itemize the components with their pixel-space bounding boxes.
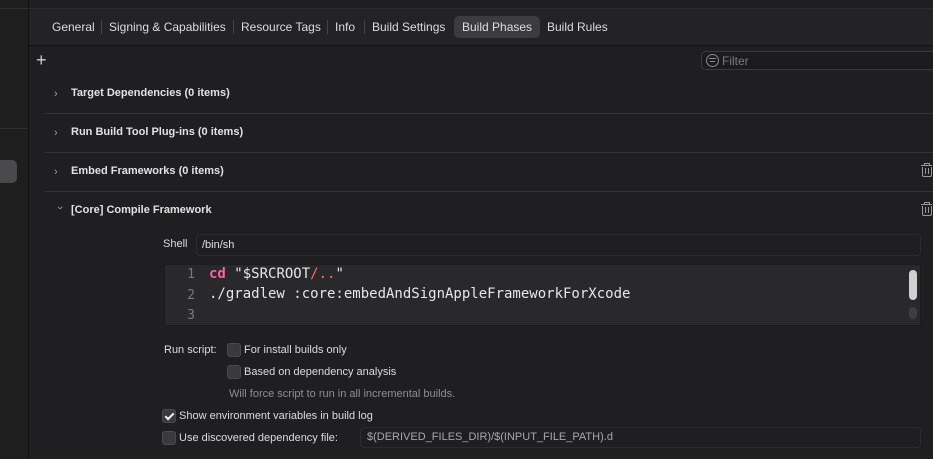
- scrollbar-thumb[interactable]: [909, 270, 917, 300]
- line-number: 1: [187, 267, 195, 282]
- sidebar-selected-target[interactable]: [0, 160, 17, 183]
- code-line-2: ./gradlew :core:embedAndSignAppleFramewo…: [209, 286, 631, 302]
- code-line-1: cd "$SRCROOT/..": [209, 266, 344, 282]
- show-env-label[interactable]: Show environment variables in build log: [179, 410, 373, 422]
- use-depfile-checkbox[interactable]: [162, 431, 176, 445]
- show-env-checkbox[interactable]: [162, 409, 176, 423]
- tab-build-phases[interactable]: Build Phases: [454, 16, 541, 38]
- sidebar-divider: [0, 128, 28, 129]
- phase-core-compile-framework[interactable]: › [Core] Compile Framework: [45, 192, 933, 230]
- dependency-analysis-hint: Will force script to run in all incremen…: [229, 388, 456, 400]
- top-divider: [29, 0, 933, 9]
- depfile-input[interactable]: $(DERIVED_FILES_DIR)/$(INPUT_FILE_PATH).…: [360, 427, 921, 448]
- shell-label: Shell: [163, 238, 188, 250]
- phase-target-dependencies[interactable]: › Target Dependencies (0 items): [45, 75, 933, 114]
- tab-info[interactable]: Info: [327, 16, 363, 38]
- phase-title: Target Dependencies (0 items): [71, 87, 230, 99]
- tab-build-rules[interactable]: Build Rules: [539, 16, 616, 38]
- trash-icon[interactable]: [921, 163, 933, 178]
- shell-value: /bin/sh: [202, 239, 235, 251]
- phase-embed-frameworks[interactable]: › Embed Frameworks (0 items): [45, 153, 933, 192]
- install-builds-checkbox[interactable]: [227, 343, 241, 357]
- dependency-analysis-label[interactable]: Based on dependency analysis: [244, 366, 396, 378]
- code-string-a: "$SRCROOT: [234, 266, 311, 282]
- filter-input[interactable]: [722, 52, 927, 69]
- scrollbar-track[interactable]: [909, 307, 917, 319]
- script-editor[interactable]: 1 2 3 cd "$SRCROOT/.." ./gradlew :core:e…: [164, 264, 921, 326]
- chevron-right-icon[interactable]: ›: [54, 88, 64, 100]
- phase-run-build-tool-plugins[interactable]: › Run Build Tool Plug-ins (0 items): [45, 114, 933, 153]
- tab-resource-tags[interactable]: Resource Tags: [233, 16, 329, 38]
- chevron-right-icon[interactable]: ›: [54, 166, 64, 178]
- phase-title: Run Build Tool Plug-ins (0 items): [71, 126, 244, 138]
- code-string-b: /..: [310, 266, 336, 282]
- chevron-down-icon[interactable]: ›: [54, 206, 66, 216]
- code-keyword: cd: [209, 266, 226, 282]
- run-script-label: Run script:: [164, 344, 217, 356]
- trash-icon[interactable]: [921, 202, 933, 217]
- depfile-value: $(DERIVED_FILES_DIR)/$(INPUT_FILE_PATH).…: [367, 431, 613, 443]
- tab-signing-capabilities[interactable]: Signing & Capabilities: [101, 16, 234, 38]
- filter-field[interactable]: [701, 51, 933, 70]
- install-builds-label[interactable]: For install builds only: [244, 344, 347, 356]
- sidebar-divider: [0, 8, 28, 9]
- dependency-analysis-checkbox[interactable]: [227, 365, 241, 379]
- phase-title: [Core] Compile Framework: [71, 204, 212, 216]
- line-number: 3: [187, 308, 195, 323]
- phase-title: Embed Frameworks (0 items): [71, 165, 224, 177]
- tab-general[interactable]: General: [44, 16, 103, 38]
- navigator-sidebar: [0, 0, 29, 459]
- line-number: 2: [187, 288, 195, 303]
- filter-icon: [706, 54, 719, 67]
- code-string-c: ": [335, 266, 344, 282]
- add-phase-button[interactable]: +: [36, 51, 50, 69]
- tab-build-settings[interactable]: Build Settings: [364, 16, 453, 38]
- use-depfile-label[interactable]: Use discovered dependency file:: [179, 432, 338, 444]
- shell-input[interactable]: /bin/sh: [196, 234, 921, 256]
- chevron-right-icon[interactable]: ›: [54, 127, 64, 139]
